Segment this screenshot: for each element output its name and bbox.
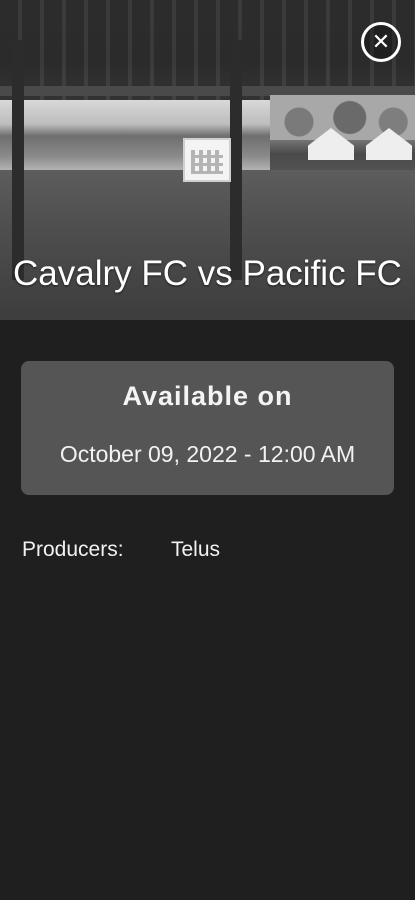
calendar-graphic xyxy=(183,138,231,182)
stadium-pillar xyxy=(12,40,24,280)
stadium-roof xyxy=(0,0,415,100)
close-icon: ✕ xyxy=(371,28,391,54)
close-button[interactable]: ✕ xyxy=(361,22,401,62)
availability-datetime: October 09, 2022 - 12:00 AM xyxy=(59,441,356,467)
producers-label: Producers: xyxy=(22,538,124,561)
event-title: Cavalry FC vs Pacific FC xyxy=(13,254,402,293)
availability-heading: Available on xyxy=(122,381,293,411)
stadium-pitch xyxy=(0,170,415,320)
stadium-pillar xyxy=(230,40,242,280)
availability-card: Available on October 09, 2022 - 12:00 AM xyxy=(21,361,394,495)
producers-value: Telus xyxy=(171,538,221,561)
